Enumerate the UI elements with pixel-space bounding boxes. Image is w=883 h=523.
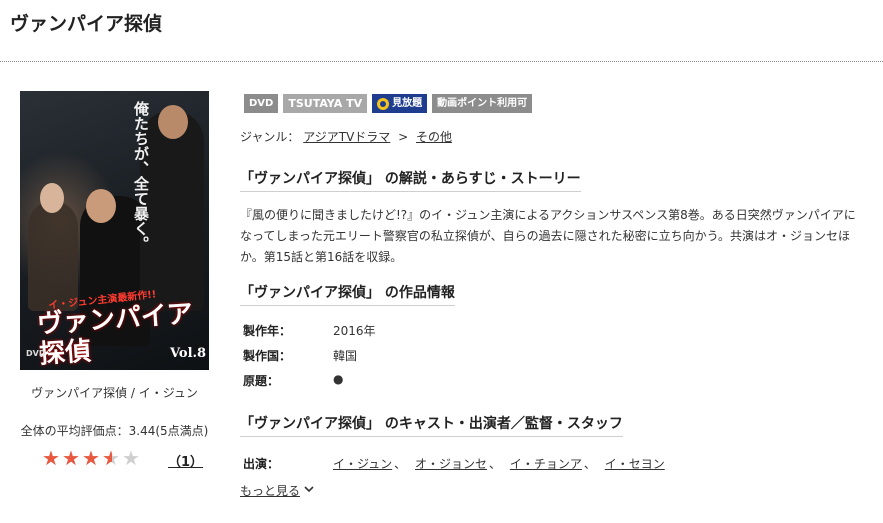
badge-video-points: 動画ポイント利用可 (432, 94, 533, 113)
badge-mihodai-label: 見放題 (392, 98, 423, 109)
cast-label: 出演： (243, 457, 280, 471)
star-icon: ★★ (62, 446, 80, 470)
cast-link-lee-chung-ah[interactable]: イ・チョンア (510, 457, 582, 471)
badge-dvd: DVD (244, 94, 279, 113)
star-icon: ★★ (102, 446, 120, 470)
badge-mihodai: 見放題 (372, 94, 428, 113)
rating-stars: ★★★★★★★★★★ (42, 447, 142, 469)
info-value-year: 2016年 (333, 324, 376, 338)
synopsis-text: 『風の便りに聞きましたけど!?』のイ・ジュン主演によるアクションサスペンス第8巻… (240, 208, 856, 264)
info-heading: 「ヴァンパイア探偵」 の作品情報 (240, 282, 455, 306)
jacket-caption: ヴァンパイア探偵 / イ・ジュン (31, 386, 198, 400)
review-count-link[interactable]: （1） (168, 451, 203, 470)
info-label-original-title: 原題： (243, 374, 280, 388)
cast-link-lee-se-young[interactable]: イ・セヨン (605, 457, 665, 471)
genre-link-other[interactable]: その他 (416, 130, 452, 144)
info-label-year: 製作年： (243, 324, 292, 338)
header-divider (0, 61, 883, 62)
chevron-down-icon (304, 485, 314, 496)
jacket-volume: Vol.8 (170, 346, 207, 361)
show-more-link[interactable]: もっと見る (240, 482, 314, 499)
genre-label: ジャンル： (240, 130, 300, 144)
info-value-original-title: ● (333, 372, 344, 386)
jacket-image[interactable]: 俺たちが、全て暴く。 イ・ジュン主演最新作!! ヴァンパイア探偵 DVD Vol… (20, 91, 209, 370)
badge-row: DVD TSUTAYA TV 見放題 動画ポイント利用可 (244, 94, 533, 113)
cast-separator: 、 (489, 457, 502, 471)
info-value-country: 韓国 (333, 349, 358, 363)
info-label-country: 製作国： (243, 349, 292, 363)
cast-heading: 「ヴァンパイア探偵」 のキャスト・出演者／監督・スタッフ (240, 413, 623, 437)
jacket-face-right (158, 105, 188, 139)
star-icon: ★★ (82, 446, 100, 470)
cast-link-oh-jung-se[interactable]: オ・ジョンセ (415, 457, 487, 471)
genre-breadcrumb: ジャンル： アジアTVドラマ > その他 (240, 128, 452, 145)
cast-separator: 、 (394, 457, 407, 471)
rating-average: 全体の平均評価点：3.44(5点満点) (20, 424, 209, 438)
badge-tsutaya-tv: TSUTAYA TV (283, 94, 368, 113)
show-more-label: もっと見る (240, 484, 301, 498)
cast-link-lee-joon[interactable]: イ・ジュン (333, 457, 392, 471)
cast-separator: 、 (583, 457, 596, 471)
page-title: ヴァンパイア探偵 (10, 13, 163, 35)
jacket-vertical-text: 俺たちが、全て暴く。 (132, 101, 150, 251)
synopsis-heading: 「ヴァンパイア探偵」 の解説・あらすじ・ストーリー (240, 168, 581, 192)
cast-list: イ・ジュン、 オ・ジョンセ、 イ・チョンア、 イ・セヨン (333, 455, 665, 472)
star-icon: ★★ (42, 446, 60, 470)
star-icon: ★★ (122, 446, 140, 470)
genre-link-asian-tv-drama[interactable]: アジアTVドラマ (303, 130, 390, 144)
jacket-format: DVD (26, 349, 46, 358)
breadcrumb-separator: > (398, 130, 409, 144)
mihodai-icon (377, 97, 390, 110)
jacket-face-woman (40, 183, 64, 213)
